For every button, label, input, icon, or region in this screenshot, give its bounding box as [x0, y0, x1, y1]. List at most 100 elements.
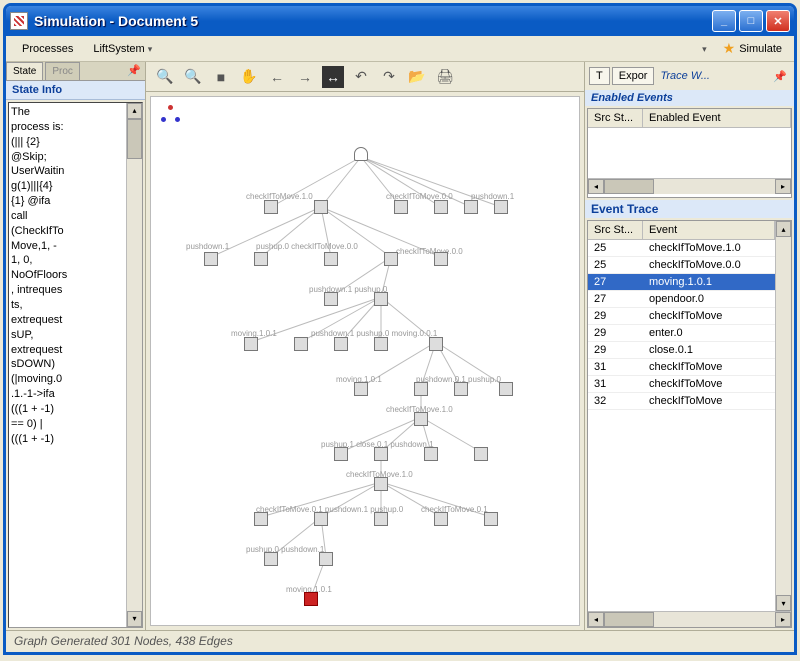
export-button[interactable]: Expor	[612, 67, 655, 85]
graph-node[interactable]	[474, 447, 488, 461]
t-button[interactable]: T	[589, 67, 610, 85]
col-event[interactable]: Enabled Event	[643, 109, 791, 127]
graph-node[interactable]	[424, 447, 438, 461]
table-row[interactable]: 29checkIfToMove	[588, 308, 775, 325]
zoom-out-button[interactable]: 🔍	[182, 66, 204, 88]
app-window: Simulation - Document 5 _ □ ✕ Processes …	[3, 3, 797, 655]
close-button[interactable]: ✕	[766, 10, 790, 32]
minimize-button[interactable]: _	[712, 10, 736, 32]
graph-node[interactable]	[314, 512, 328, 526]
graph-node[interactable]	[354, 382, 368, 396]
forward-button[interactable]: →	[294, 66, 316, 88]
table-row[interactable]: 25checkIfToMove.1.0	[588, 240, 775, 257]
graph-node[interactable]	[244, 337, 258, 351]
graph-node[interactable]	[254, 252, 268, 266]
table-row[interactable]: 32checkIfToMove	[588, 393, 775, 410]
graph-node[interactable]	[484, 512, 498, 526]
col-src[interactable]: Src St...	[588, 109, 643, 127]
cell-src: 31	[588, 359, 643, 375]
menu-processes[interactable]: Processes	[12, 40, 83, 58]
graph-node[interactable]	[334, 337, 348, 351]
maximize-button[interactable]: □	[739, 10, 763, 32]
graph-node[interactable]	[434, 512, 448, 526]
scroll-right-icon[interactable]: ▸	[775, 612, 791, 627]
graph-node[interactable]	[394, 200, 408, 214]
graph-node[interactable]	[324, 252, 338, 266]
graph-node[interactable]	[354, 147, 368, 161]
cell-event: moving.1.0.1	[643, 274, 775, 290]
tab-state[interactable]: State	[6, 62, 43, 80]
graph-node[interactable]	[334, 447, 348, 461]
stop-button[interactable]: ■	[210, 66, 232, 88]
graph-node[interactable]	[374, 512, 388, 526]
table-row[interactable]: 29enter.0	[588, 325, 775, 342]
graph-node[interactable]	[294, 337, 308, 351]
graph-node[interactable]	[494, 200, 508, 214]
scroll-thumb[interactable]	[604, 179, 654, 194]
graph-node[interactable]	[499, 382, 513, 396]
graph-canvas[interactable]: checkIfToMove.1.0 checkIfToMove.0.0 push…	[150, 96, 580, 626]
cell-event: checkIfToMove	[643, 376, 775, 392]
graph-node-active[interactable]	[304, 592, 318, 606]
fit-button[interactable]: ↔	[322, 66, 344, 88]
table-row[interactable]: 31checkIfToMove	[588, 376, 775, 393]
star-icon: ★	[723, 40, 736, 57]
graph-node[interactable]	[319, 552, 333, 566]
titlebar[interactable]: Simulation - Document 5 _ □ ✕	[6, 6, 794, 36]
graph-node[interactable]	[314, 200, 328, 214]
table-row[interactable]: 27opendoor.0	[588, 291, 775, 308]
graph-node[interactable]	[454, 382, 468, 396]
graph-node[interactable]	[464, 200, 478, 214]
graph-node[interactable]	[324, 292, 338, 306]
node-label: pushdown.1	[186, 242, 229, 251]
scroll-thumb[interactable]	[604, 612, 654, 627]
table-row[interactable]: 27moving.1.0.1	[588, 274, 775, 291]
simulate-button[interactable]: ★ Simulate	[717, 38, 788, 59]
cell-event: opendoor.0	[643, 291, 775, 307]
graph-node[interactable]	[374, 292, 388, 306]
graph-node[interactable]	[414, 412, 428, 426]
menu-dropdown[interactable]	[689, 40, 717, 58]
open-button[interactable]: 📂	[406, 66, 428, 88]
graph-node[interactable]	[414, 382, 428, 396]
graph-node[interactable]	[374, 477, 388, 491]
graph-node[interactable]	[429, 337, 443, 351]
graph-node[interactable]	[384, 252, 398, 266]
scroll-up-icon[interactable]: ▴	[776, 221, 791, 237]
center-pane: 🔍 🔍 ■ ✋ ← → ↔ ↶ ↷ 📂 🖨	[146, 62, 584, 630]
menu-liftsystem[interactable]: LiftSystem	[83, 40, 162, 58]
scroll-right-icon[interactable]: ▸	[775, 179, 791, 194]
print-button[interactable]: 🖨	[434, 66, 456, 88]
graph-node[interactable]	[254, 512, 268, 526]
hand-button[interactable]: ✋	[238, 66, 260, 88]
col-src[interactable]: Src St...	[588, 221, 643, 239]
graph-node[interactable]	[264, 200, 278, 214]
redo-button[interactable]: ↷	[378, 66, 400, 88]
undo-button[interactable]: ↶	[350, 66, 372, 88]
scroll-down-icon[interactable]: ▾	[776, 595, 791, 611]
graph-node[interactable]	[204, 252, 218, 266]
enabled-hscroll[interactable]: ◂ ▸	[588, 178, 791, 194]
trace-vscroll[interactable]: ▴ ▾	[775, 221, 791, 611]
graph-node[interactable]	[374, 447, 388, 461]
scroll-left-icon[interactable]: ◂	[588, 612, 604, 627]
graph-node[interactable]	[434, 200, 448, 214]
scroll-up-icon[interactable]: ▴	[127, 103, 142, 119]
scroll-left-icon[interactable]: ◂	[588, 179, 604, 194]
graph-node[interactable]	[264, 552, 278, 566]
table-row[interactable]: 25checkIfToMove.0.0	[588, 257, 775, 274]
graph-node[interactable]	[374, 337, 388, 351]
tab-proc[interactable]: Proc	[45, 62, 80, 80]
trace-hscroll[interactable]: ◂ ▸	[588, 611, 791, 627]
back-button[interactable]: ←	[266, 66, 288, 88]
zoom-in-button[interactable]: 🔍	[154, 66, 176, 88]
table-row[interactable]: 29close.0.1	[588, 342, 775, 359]
col-event[interactable]: Event	[643, 221, 775, 239]
graph-node[interactable]	[434, 252, 448, 266]
pin-icon[interactable]: 📌	[770, 70, 790, 83]
scroll-thumb[interactable]	[127, 119, 142, 159]
pin-icon[interactable]: 📌	[123, 62, 145, 80]
scroll-down-icon[interactable]: ▾	[127, 611, 142, 627]
state-vscroll[interactable]: ▴ ▾	[126, 103, 142, 627]
table-row[interactable]: 31checkIfToMove	[588, 359, 775, 376]
